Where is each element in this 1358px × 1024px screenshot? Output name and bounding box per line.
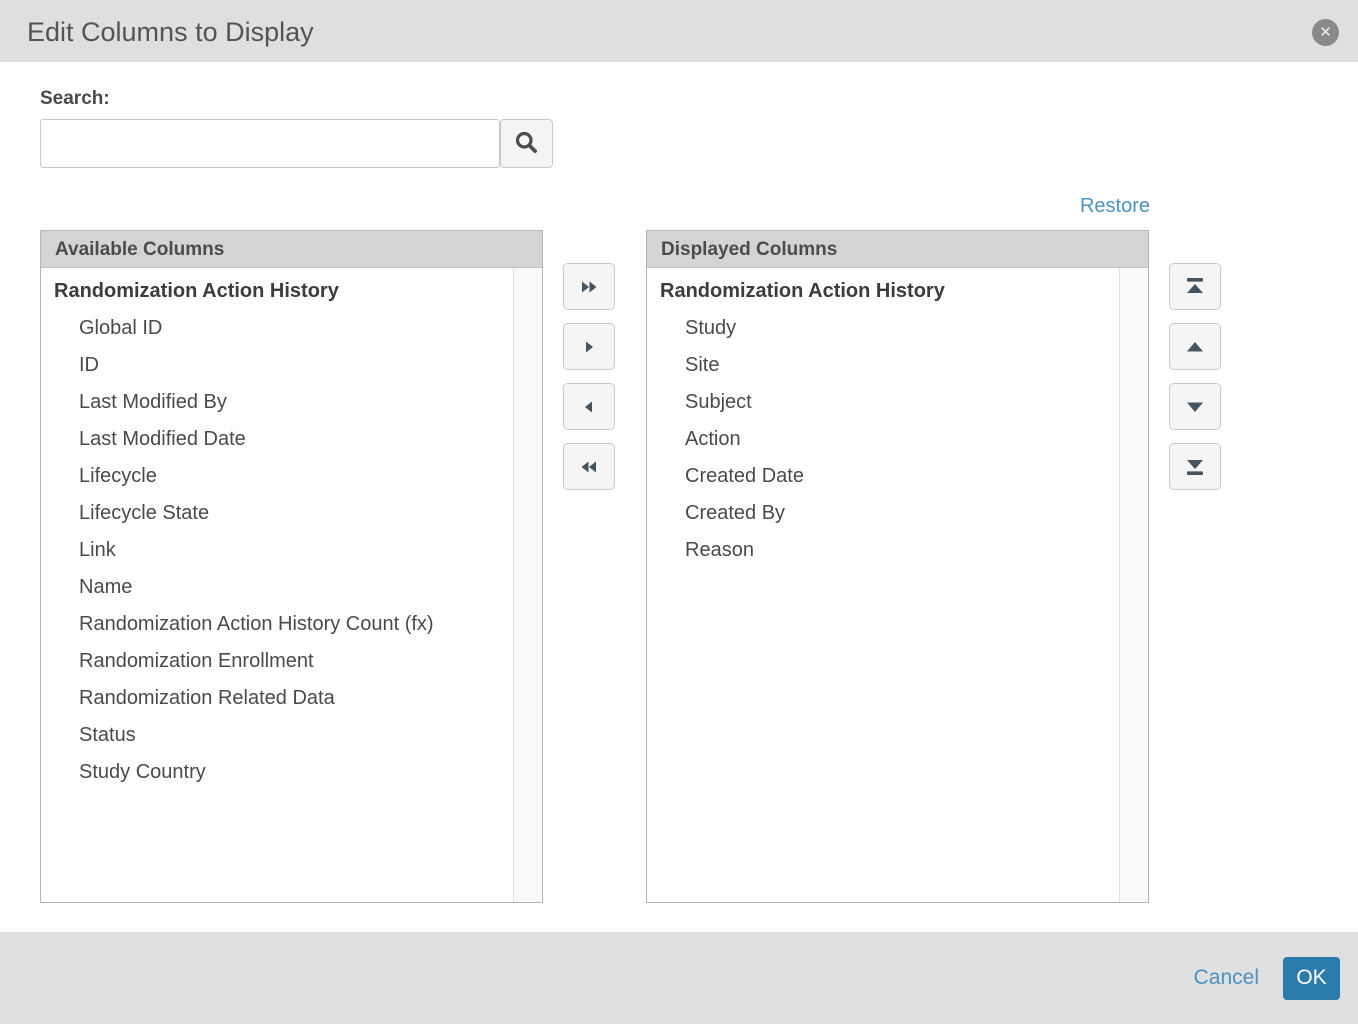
list-item[interactable]: Lifecycle [41, 458, 542, 495]
list-item[interactable]: Randomization Action History Count (fx) [41, 606, 542, 643]
list-item[interactable]: Link [41, 532, 542, 569]
arrow-to-bottom-icon [1184, 457, 1206, 476]
arrow-to-top-icon [1184, 277, 1206, 296]
list-item[interactable]: Randomization Related Data [41, 680, 542, 717]
list-item[interactable]: Last Modified By [41, 384, 542, 421]
move-down-button[interactable] [1169, 383, 1221, 430]
scrollbar-track[interactable] [513, 268, 542, 902]
search-button[interactable] [500, 119, 553, 168]
search-label: Search: [40, 88, 110, 110]
list-item[interactable]: Status [41, 717, 542, 754]
double-left-arrow-icon [580, 459, 598, 475]
double-right-arrow-icon [580, 279, 598, 295]
list-item[interactable]: Reason [647, 532, 1148, 569]
scrollbar-track[interactable] [1119, 268, 1148, 902]
list-item[interactable]: Subject [647, 384, 1148, 421]
list-item[interactable]: Randomization Enrollment [41, 643, 542, 680]
search-icon [513, 129, 540, 159]
displayed-columns-body: Randomization Action History StudySiteSu… [647, 268, 1148, 902]
transfer-button-column [563, 263, 615, 503]
available-columns-list: Global IDIDLast Modified ByLast Modified… [41, 310, 542, 791]
close-icon[interactable]: ✕ [1312, 19, 1339, 46]
move-to-bottom-button[interactable] [1169, 443, 1221, 490]
displayed-columns-panel: Displayed Columns Randomization Action H… [646, 230, 1149, 903]
list-item[interactable]: Global ID [41, 310, 542, 347]
move-all-left-button[interactable] [563, 443, 615, 490]
move-right-button[interactable] [563, 323, 615, 370]
dialog-title: Edit Columns to Display [27, 0, 314, 62]
dialog-footer: Cancel OK [0, 932, 1358, 1024]
available-columns-body: Randomization Action History Global IDID… [41, 268, 542, 902]
available-columns-panel: Available Columns Randomization Action H… [40, 230, 543, 903]
available-group-label[interactable]: Randomization Action History [41, 273, 542, 310]
displayed-group-label[interactable]: Randomization Action History [647, 273, 1148, 310]
list-item[interactable]: Created By [647, 495, 1148, 532]
displayed-columns-list: StudySiteSubjectActionCreated DateCreate… [647, 310, 1148, 569]
list-item[interactable]: Study Country [41, 754, 542, 791]
list-item[interactable]: Lifecycle State [41, 495, 542, 532]
list-item[interactable]: Name [41, 569, 542, 606]
ok-button[interactable]: OK [1283, 957, 1340, 1000]
displayed-columns-header: Displayed Columns [647, 231, 1148, 268]
down-arrow-icon [1184, 400, 1206, 414]
move-left-button[interactable] [563, 383, 615, 430]
list-item[interactable]: ID [41, 347, 542, 384]
move-all-right-button[interactable] [563, 263, 615, 310]
list-item[interactable]: Site [647, 347, 1148, 384]
up-arrow-icon [1184, 340, 1206, 354]
left-arrow-icon [581, 399, 597, 415]
move-to-top-button[interactable] [1169, 263, 1221, 310]
available-columns-header: Available Columns [41, 231, 542, 268]
list-item[interactable]: Last Modified Date [41, 421, 542, 458]
right-arrow-icon [581, 339, 597, 355]
list-item[interactable]: Study [647, 310, 1148, 347]
list-item[interactable]: Created Date [647, 458, 1148, 495]
reorder-button-column [1169, 263, 1221, 503]
cancel-button[interactable]: Cancel [1194, 966, 1259, 990]
move-up-button[interactable] [1169, 323, 1221, 370]
search-input[interactable] [40, 119, 500, 168]
restore-link[interactable]: Restore [646, 195, 1150, 218]
dialog-header: Edit Columns to Display ✕ [0, 0, 1358, 62]
list-item[interactable]: Action [647, 421, 1148, 458]
